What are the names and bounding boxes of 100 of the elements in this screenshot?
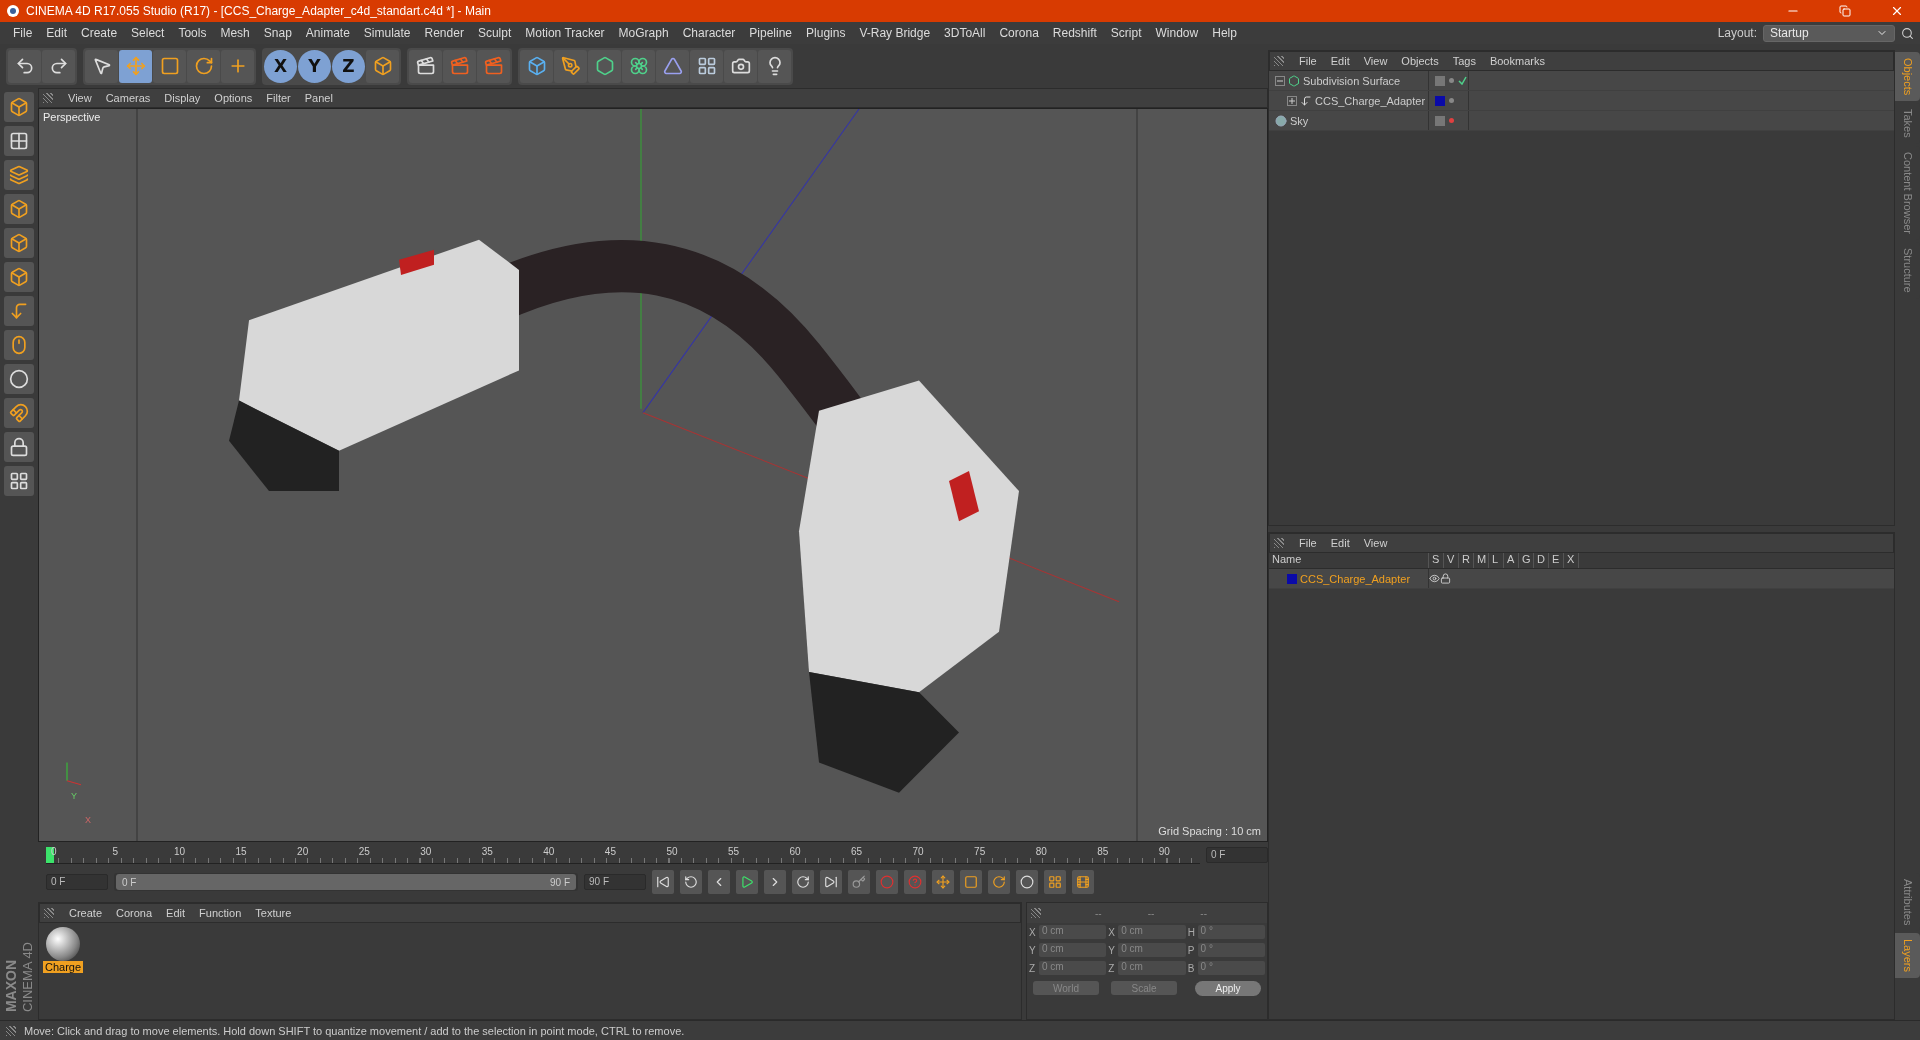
- visibility-icon[interactable]: [1429, 573, 1440, 584]
- workplane-button[interactable]: [4, 160, 34, 190]
- axis-lock-button[interactable]: Z: [332, 49, 365, 83]
- axis-lock-button[interactable]: X: [264, 49, 297, 83]
- menu-item[interactable]: Edit: [1323, 537, 1357, 549]
- collapse-icon[interactable]: [1275, 75, 1285, 86]
- menu-item[interactable]: Texture: [248, 907, 299, 919]
- lock-icon[interactable]: [1440, 573, 1451, 584]
- menu-item[interactable]: File: [1292, 537, 1324, 549]
- editor-toggle-icon[interactable]: [1435, 115, 1445, 126]
- snap-button[interactable]: [4, 364, 34, 394]
- menu-item[interactable]: Edit: [159, 907, 193, 919]
- coordinate-system-button[interactable]: [366, 49, 399, 83]
- expand-icon[interactable]: [1287, 95, 1297, 106]
- current-frame-field[interactable]: 0 F: [1206, 847, 1268, 863]
- menu-item[interactable]: Panel: [297, 92, 340, 104]
- menu-item[interactable]: Pipeline: [742, 23, 800, 43]
- grip-handle-icon[interactable]: [43, 93, 53, 103]
- menu-item[interactable]: Select: [124, 23, 172, 43]
- menu-item[interactable]: Mesh: [213, 23, 257, 43]
- menu-item[interactable]: Create: [62, 907, 110, 919]
- menu-item[interactable]: Help: [1205, 23, 1244, 43]
- next-frame-button[interactable]: [764, 870, 786, 894]
- polygons-mode-button[interactable]: [4, 262, 34, 292]
- render-dot-icon[interactable]: [1449, 98, 1454, 103]
- menu-item[interactable]: Script: [1103, 23, 1149, 43]
- start-frame-field[interactable]: 0 F: [46, 874, 108, 890]
- previous-key-button[interactable]: [680, 870, 702, 894]
- select-pointer-button[interactable]: [85, 49, 118, 83]
- menu-item[interactable]: Sculpt: [470, 23, 519, 43]
- axis-lock-button[interactable]: Y: [298, 49, 331, 83]
- grip-handle-icon[interactable]: [1031, 908, 1041, 918]
- menu-item[interactable]: Options: [207, 92, 260, 104]
- menu-item[interactable]: Redshift: [1045, 23, 1104, 43]
- record-keys-button[interactable]: [848, 870, 870, 894]
- model-mode-button[interactable]: [4, 92, 34, 122]
- grid-button[interactable]: [4, 466, 34, 496]
- render-picture-button[interactable]: [443, 49, 476, 83]
- menu-item[interactable]: Edit: [39, 23, 75, 43]
- magnet-button[interactable]: [4, 398, 34, 428]
- menu-item[interactable]: Render: [417, 23, 471, 43]
- key-parameter-button[interactable]: [1016, 870, 1038, 894]
- menu-item[interactable]: Filter: [259, 92, 298, 104]
- object-row[interactable]: Subdivision Surface: [1269, 71, 1894, 91]
- layout-dropdown[interactable]: Startup: [1763, 24, 1895, 42]
- timeline-button[interactable]: [1072, 870, 1094, 894]
- menu-item[interactable]: View: [1356, 537, 1395, 549]
- texture-mode-button[interactable]: [4, 126, 34, 156]
- key-point-button[interactable]: [1044, 870, 1066, 894]
- menu-item[interactable]: V-Ray Bridge: [852, 23, 938, 43]
- frame-range-handle[interactable]: 0 F 90 F: [116, 874, 576, 890]
- key-scale-button[interactable]: [960, 870, 982, 894]
- next-key-button[interactable]: [792, 870, 814, 894]
- material-item[interactable]: Charge: [43, 927, 84, 1015]
- floor-button[interactable]: [690, 49, 723, 83]
- menu-item[interactable]: Objects: [1394, 55, 1446, 67]
- menu-item[interactable]: Motion Tracker: [518, 23, 612, 43]
- scale-button[interactable]: [153, 49, 186, 83]
- camera-button[interactable]: [724, 49, 757, 83]
- redo-button[interactable]: [42, 49, 75, 83]
- play-button[interactable]: [736, 870, 758, 894]
- grip-handle-icon[interactable]: [1274, 538, 1284, 548]
- menu-item[interactable]: File: [1292, 55, 1324, 67]
- enabled-check-icon[interactable]: [1458, 76, 1467, 85]
- move-cross-button[interactable]: [221, 49, 254, 83]
- object-row[interactable]: Sky: [1269, 111, 1894, 131]
- end-frame-field[interactable]: 90 F: [584, 874, 646, 890]
- render-dot-icon[interactable]: [1449, 78, 1454, 83]
- grip-handle-icon[interactable]: [1274, 56, 1284, 66]
- key-position-button[interactable]: [932, 870, 954, 894]
- menu-item[interactable]: Create: [74, 23, 125, 43]
- subdivision-button[interactable]: [588, 49, 621, 83]
- menu-item[interactable]: Tags: [1445, 55, 1483, 67]
- move-button[interactable]: [119, 49, 152, 83]
- cube-button[interactable]: [520, 49, 553, 83]
- menu-item[interactable]: Animate: [298, 23, 357, 43]
- light-button[interactable]: [758, 49, 791, 83]
- menu-item[interactable]: Corona: [109, 907, 160, 919]
- menu-item[interactable]: Plugins: [799, 23, 853, 43]
- render-view-button[interactable]: [409, 49, 442, 83]
- menu-item[interactable]: Snap: [256, 23, 299, 43]
- apply-button[interactable]: Apply: [1195, 981, 1261, 996]
- render-dot-icon[interactable]: [1449, 118, 1454, 123]
- editor-toggle-icon[interactable]: [1435, 75, 1445, 86]
- lock-workplane-button[interactable]: [4, 432, 34, 462]
- menu-item[interactable]: Tools: [171, 23, 214, 43]
- array-button[interactable]: [622, 49, 655, 83]
- deformer-button[interactable]: [656, 49, 689, 83]
- search-icon[interactable]: [1901, 26, 1914, 40]
- menu-item[interactable]: Display: [157, 92, 208, 104]
- previous-frame-button[interactable]: [708, 870, 730, 894]
- undo-button[interactable]: [8, 49, 41, 83]
- rotate-button[interactable]: [187, 49, 220, 83]
- axis-mode-button[interactable]: [4, 296, 34, 326]
- menu-item[interactable]: Corona: [992, 23, 1046, 43]
- key-rotation-button[interactable]: [988, 870, 1010, 894]
- menu-item[interactable]: Function: [192, 907, 249, 919]
- timeline-ruler[interactable]: 0 5 10 15 20 25 30 35 40 45 50 55 60 65 70 75 80 85 90: [46, 846, 1200, 864]
- object-row[interactable]: CCS_Charge_Adapter: [1269, 91, 1894, 111]
- menu-item[interactable]: Window: [1148, 23, 1206, 43]
